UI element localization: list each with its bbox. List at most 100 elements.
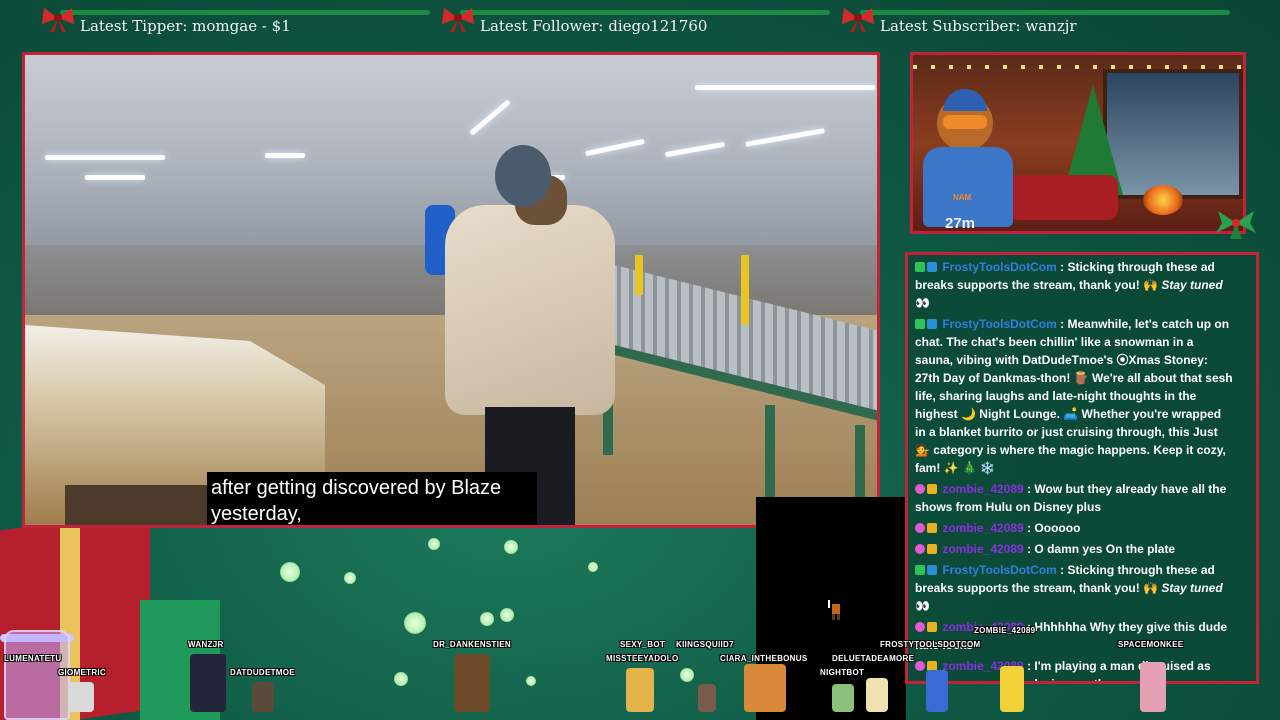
viewer-avatar-sprite[interactable] xyxy=(454,654,490,712)
bot-badge-icon xyxy=(927,319,937,329)
jersey-number: 27m xyxy=(945,215,976,232)
heart-badge-icon xyxy=(915,622,925,632)
chat-text: 👀 xyxy=(915,296,930,310)
snow-particle xyxy=(504,540,518,554)
chat-panel[interactable]: FrostyToolsDotCom : Sticking through the… xyxy=(905,252,1259,684)
viewer-avatar-sprite[interactable] xyxy=(68,682,94,712)
heart-badge-icon xyxy=(915,544,925,554)
viewer-avatar-name: LUMENATETU xyxy=(4,654,62,663)
ribbon-bow-icon xyxy=(842,8,874,32)
ceiling-light xyxy=(45,155,165,160)
viewer-avatar-sprite[interactable] xyxy=(926,670,948,712)
chat-username[interactable]: FrostyToolsDotCom xyxy=(942,317,1056,331)
chat-text: : O damn yes On the plate xyxy=(1027,542,1176,556)
snow-particle xyxy=(680,668,694,682)
snow-particle xyxy=(588,562,598,572)
crown-badge-icon xyxy=(927,484,937,494)
snow-particle xyxy=(280,562,300,582)
subtitle-line: after getting discovered by Blaze xyxy=(211,477,502,499)
bear-glasses xyxy=(943,115,987,129)
verified-badge-icon xyxy=(915,319,925,329)
ceiling-light xyxy=(695,85,875,90)
video-subtitle: after getting discovered by Blaze yester… xyxy=(207,472,537,525)
viewer-avatar-name: SPACEMONKEE xyxy=(1118,640,1184,649)
chat-text: : Meanwhile, let's catch up on chat. The… xyxy=(915,317,1233,475)
viewer-avatar-name: ZOMBIE_42089 xyxy=(974,626,1036,635)
chat-message: FrostyToolsDotCom : Meanwhile, let's cat… xyxy=(915,315,1233,477)
viewer-avatar-name: FROSTYTOOLSDOTCOM xyxy=(880,640,981,649)
snow-particle xyxy=(394,672,408,686)
snow-particle xyxy=(480,612,494,626)
person-cap xyxy=(495,145,551,207)
fireplace-glow xyxy=(1143,185,1183,215)
crown-badge-icon xyxy=(927,544,937,554)
safety-post xyxy=(741,255,749,325)
chat-text: 👀 xyxy=(915,599,930,613)
viewer-avatar-name: KIINGSQUIID7 xyxy=(676,640,734,649)
viewer-avatar-sprite[interactable] xyxy=(626,668,654,712)
safety-post xyxy=(635,255,643,295)
subtitle-line: yesterday, xyxy=(211,503,302,525)
chat-message-list[interactable]: FrostyToolsDotCom : Sticking through the… xyxy=(915,258,1233,681)
verified-badge-icon xyxy=(915,262,925,272)
chat-username[interactable]: FrostyToolsDotCom xyxy=(942,563,1056,577)
snow-particle xyxy=(428,538,440,550)
viewer-avatar-name: GIOMETRIC xyxy=(58,668,107,677)
latest-tipper: Latest Tipper: momgae - $1 xyxy=(40,4,430,44)
viewer-avatar-sprite[interactable] xyxy=(1140,662,1166,712)
chat-username[interactable]: FrostyToolsDotCom xyxy=(942,260,1056,274)
viewer-avatar-name: MISSTEEYADOLO xyxy=(606,654,679,663)
viewer-avatar-sprite[interactable] xyxy=(744,664,786,712)
red-sofa xyxy=(1008,175,1118,220)
latest-subscriber-text: Latest Subscriber: wanzjr xyxy=(880,17,1077,35)
snowy-window xyxy=(1103,69,1243,199)
viewer-avatar-sprite[interactable] xyxy=(252,682,274,712)
webcam-panel[interactable]: NAM 27m xyxy=(910,52,1246,234)
chat-message: zombie_42089 : Oooooo xyxy=(915,519,1233,537)
person-shirt xyxy=(445,205,615,415)
chat-username[interactable]: zombie_42089 xyxy=(942,542,1023,556)
latest-follower-text: Latest Follower: diego121760 xyxy=(480,17,708,35)
holly-icon xyxy=(1216,211,1256,239)
chat-username[interactable]: zombie_42089 xyxy=(942,482,1023,496)
viewer-avatar-sprite[interactable] xyxy=(1000,666,1024,712)
snow-particle xyxy=(344,572,356,584)
heart-badge-icon xyxy=(915,484,925,494)
ceiling-light xyxy=(85,175,145,180)
walking-man xyxy=(445,145,615,525)
bear-mascot-avatar: NAM 27m xyxy=(923,89,1013,232)
snow-particle xyxy=(404,612,426,634)
viewer-avatar-sprite[interactable] xyxy=(866,678,888,712)
viewer-avatar-name: NIGHTBOT xyxy=(820,668,865,677)
heart-badge-icon xyxy=(915,523,925,533)
viewer-avatar-sprite[interactable] xyxy=(190,654,226,712)
crown-badge-icon xyxy=(927,622,937,632)
chat-text: : Oooooo xyxy=(1027,521,1081,535)
viewer-avatar-name: DELUETADEAMORE xyxy=(832,654,915,663)
divider xyxy=(60,10,430,15)
chat-message: FrostyToolsDotCom : Sticking through the… xyxy=(915,258,1233,312)
chat-username[interactable]: zombie_42089 xyxy=(942,521,1023,535)
chat-message: FrostyToolsDotCom : Sticking through the… xyxy=(915,561,1233,615)
ribbon-bow-icon xyxy=(42,8,74,32)
snow-particle xyxy=(500,608,514,622)
verified-badge-icon xyxy=(915,565,925,575)
viewer-avatar-name: WANZJR xyxy=(188,640,224,649)
ceiling-light xyxy=(745,128,825,147)
viewer-avatar-name: SEXY_BOT xyxy=(620,640,666,649)
viewer-avatar-sprite[interactable] xyxy=(698,684,716,712)
heart-badge-icon xyxy=(915,661,925,671)
alerts-bar: Latest Tipper: momgae - $1 Latest Follow… xyxy=(40,4,1230,44)
divider xyxy=(460,10,830,15)
chat-message: zombie_42089 : I'm playing a man disguis… xyxy=(915,657,1233,681)
ribbon-bow-icon xyxy=(442,8,474,32)
divider xyxy=(860,10,1230,15)
viewer-avatar-name: DR_DANKENSTIEN xyxy=(433,640,511,649)
chat-text-italic: Stay tuned xyxy=(1161,581,1223,595)
bot-badge-icon xyxy=(927,262,937,272)
main-video[interactable]: after getting discovered by Blaze yester… xyxy=(22,52,880,528)
ceiling-light xyxy=(469,99,511,136)
viewer-avatar-sprite[interactable] xyxy=(832,684,854,712)
latest-subscriber: Latest Subscriber: wanzjr xyxy=(840,4,1230,44)
ceiling-light xyxy=(665,141,725,158)
